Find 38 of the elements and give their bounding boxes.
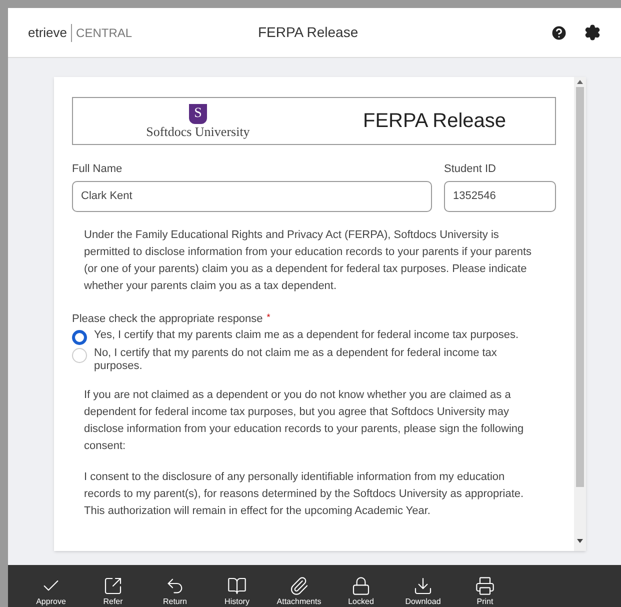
radio-button[interactable] <box>72 330 87 345</box>
shield-logo: S <box>189 104 207 124</box>
consent-paragraph: I consent to the disclosure of any personally identifiable information from my education records to my parent(s), for reasons determined by the Softdocs University as appropriate. This authorization will remain in effect for the upcoming Academic Year. <box>83 470 525 519</box>
lock-icon <box>351 576 371 596</box>
option-label: No, I certify that my parents do not claim me as a dependent for federal income tax purposes. <box>94 347 498 373</box>
printer-icon <box>475 576 495 596</box>
toolbar-button[interactable]: Download <box>392 576 454 607</box>
consent-paragraph: If you are not claimed as a dependent or you do not know whether you are claimed as a dependent for federal income tax purposes, but you agree that Softdocs University may disclose information from your education records to your parents, please sign the following consent: <box>83 388 525 454</box>
page-title: FERPA Release <box>258 23 358 42</box>
download-icon <box>413 576 433 596</box>
paperclip-icon <box>289 576 309 596</box>
toolbar-button[interactable]: Attachments <box>268 576 330 607</box>
scroll-down-icon[interactable] <box>577 539 583 543</box>
toolbar-button[interactable]: Print <box>454 576 516 607</box>
form-heading: FERPA Release <box>363 109 506 134</box>
brand-logo: etrieve <box>28 24 68 42</box>
toolbar-button[interactable]: History <box>206 576 268 607</box>
product-name: CENTRAL <box>71 24 132 42</box>
scrollbar[interactable] <box>574 77 586 551</box>
toolbar-button[interactable]: Refer <box>82 576 144 607</box>
book-icon <box>227 576 247 596</box>
option-label: Yes, I certify that my parents claim me as a dependent for federal income tax purposes. <box>94 329 520 342</box>
field-label: Student ID <box>444 162 497 177</box>
refer-icon <box>103 576 123 596</box>
return-arrow-icon <box>165 576 185 596</box>
question-label: Please check the appropriate response <box>72 312 263 326</box>
toolbar-button[interactable]: Return <box>144 576 206 607</box>
field-label: Full Name <box>72 162 124 177</box>
toolbar-button[interactable]: Locked <box>330 576 392 607</box>
text-field[interactable]: Clark Kent <box>72 180 432 212</box>
university-name: Softdocs University <box>146 124 250 138</box>
scroll-up-icon[interactable] <box>577 80 583 84</box>
scrollbar-thumb[interactable] <box>576 87 584 487</box>
intro-paragraph: Under the Family Educational Rights and Privacy Act (FERPA), Softdocs University is permitted to disclose information from your education records to your parents if your parents (or one of your parents) claim you as a dependent for federal tax purposes. Please indicate whether your parents claim you as a tax dependent. <box>83 228 533 294</box>
toolbar-button[interactable]: Approve <box>20 576 82 607</box>
required-mark: * <box>266 310 270 324</box>
text-field[interactable]: 1352546 <box>444 180 556 212</box>
help-icon[interactable] <box>550 24 568 42</box>
